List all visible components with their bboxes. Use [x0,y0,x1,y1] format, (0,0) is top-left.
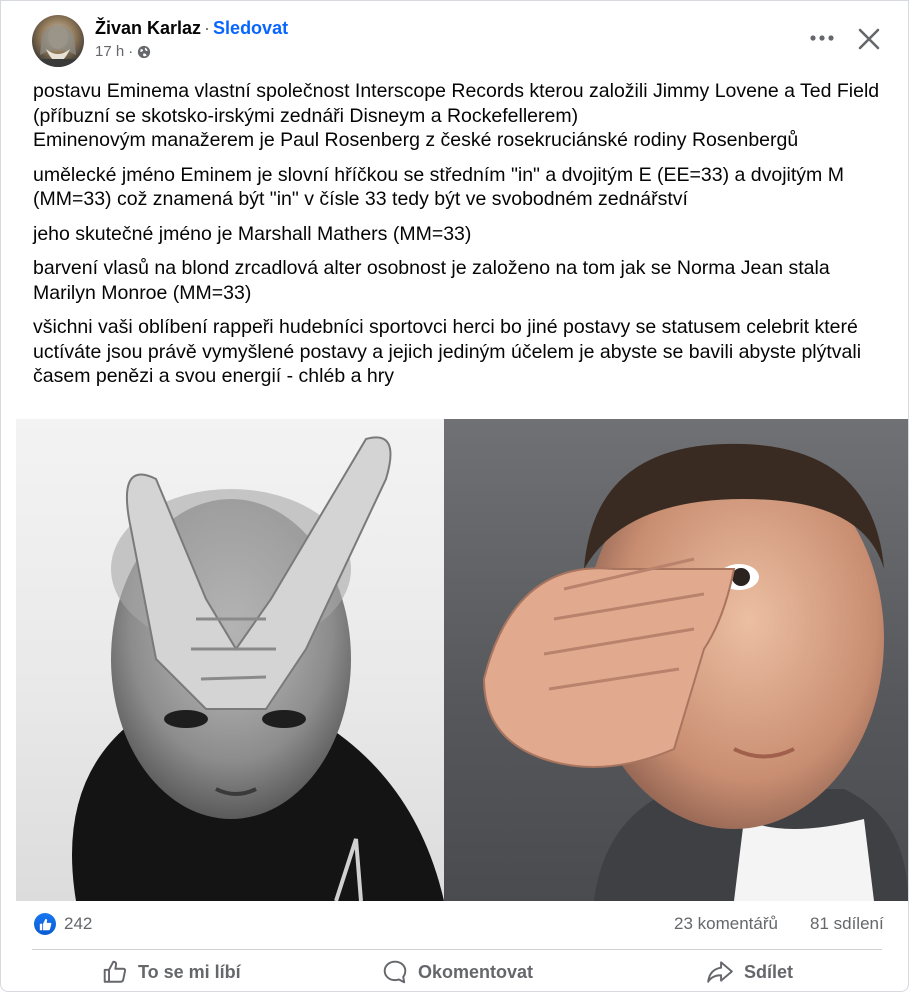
follow-button[interactable]: Sledovat [213,18,288,38]
post-meta: 17 h · [95,43,151,60]
like-label: To se mi líbí [138,961,241,982]
close-icon[interactable] [853,23,885,55]
post-paragraph: Eminenovým manažerem je Paul Rosenberg z… [33,129,799,151]
globe-icon[interactable] [137,45,151,59]
author-name[interactable]: Živan Karlaz [95,18,201,38]
avatar[interactable] [32,15,84,67]
post-paragraph: všichni vaši oblíbení rappeři hudebníci … [33,316,862,387]
share-button[interactable]: Sdílet [706,951,794,991]
share-icon [706,959,734,985]
divider [32,949,882,950]
post-paragraph: jeho skutečné jméno je Marshall Mathers … [33,222,472,245]
post-text: postavu Eminema vlastní společnost Inter… [33,79,883,399]
post-photo[interactable] [16,419,908,901]
reactions-count[interactable]: 242 [64,914,92,934]
more-icon[interactable] [807,23,837,53]
post-actions: To se mi líbí Okomentovat Sdílet [1,951,908,991]
like-icon[interactable] [34,913,56,935]
thumbs-up-icon [102,959,128,985]
photo-left-panel [16,419,444,901]
timestamp[interactable]: 17 h [95,43,124,60]
comment-icon [382,959,408,985]
post-card: Živan Karlaz · Sledovat 17 h · postavu E… [0,0,909,992]
post-paragraph: postavu Eminema vlastní společnost Inter… [33,80,880,127]
comment-button[interactable]: Okomentovat [382,951,534,991]
comment-label: Okomentovat [418,961,534,982]
photo-right-panel [444,419,908,901]
author-line: Živan Karlaz · Sledovat [95,17,288,39]
post-paragraph: umělecké jméno Eminem je slovní hříčkou … [33,163,844,211]
post-header: Živan Karlaz · Sledovat 17 h · [1,1,908,71]
post-stats: 242 23 komentářů 81 sdílení [1,901,908,949]
separator-dot: · [204,18,211,38]
shares-count[interactable]: 81 sdílení [810,914,884,934]
post-paragraph: barvení vlasů na blond zrcadlová alter o… [33,257,830,304]
meta-separator: · [128,43,134,60]
share-label: Sdílet [744,961,794,982]
comments-count[interactable]: 23 komentářů [674,914,778,934]
like-button[interactable]: To se mi líbí [102,951,241,991]
